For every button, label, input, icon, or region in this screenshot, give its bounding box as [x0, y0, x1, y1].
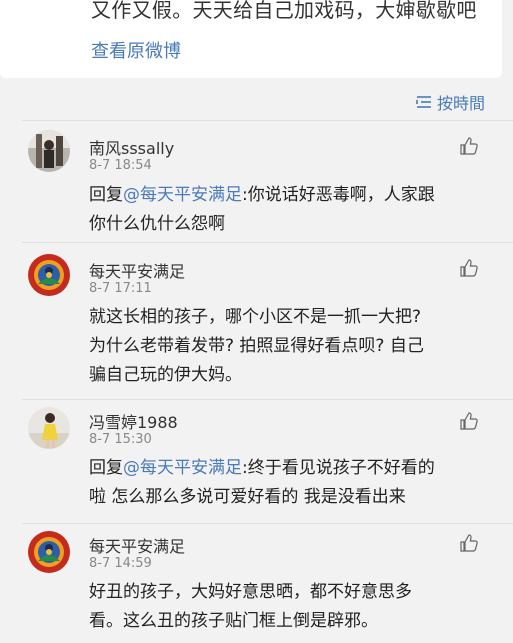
comment-item: 每天平安满足 8-7 17:11 就这长相的孩子，哪个小区不是一抓一大把? 为什…	[0, 242, 513, 399]
avatar[interactable]	[28, 130, 70, 172]
reply-prefix: 回复	[89, 185, 123, 205]
view-original-link[interactable]: 查看原微博	[91, 37, 181, 63]
avatar[interactable]	[28, 254, 70, 296]
thumbs-up-icon[interactable]	[459, 258, 479, 278]
divider	[22, 399, 513, 400]
thumbs-up-icon[interactable]	[459, 533, 479, 553]
comment-time: 8-7 18:54	[89, 158, 152, 173]
avatar[interactable]	[28, 407, 70, 449]
deity-avatar-icon	[28, 531, 70, 573]
comment-item: 冯雪婷1988 8-7 15:30 回复@每天平安满足:终于看见说孩子不好看的 …	[0, 399, 513, 523]
comment-text: :终于看见说孩子不好看的	[242, 458, 435, 478]
divider	[22, 242, 513, 243]
post-text: 又作又假。天天给自己加戏码，大婶歇歇吧	[91, 0, 477, 22]
mention-link[interactable]: @每天平安满足	[123, 458, 242, 478]
reply-prefix: 回复	[89, 458, 123, 478]
sort-label: 按時間	[436, 94, 485, 113]
photo-avatar-icon	[28, 130, 70, 172]
sort-list-icon	[416, 96, 431, 108]
mention-link[interactable]: @每天平安满足	[123, 185, 242, 205]
comment-time: 8-7 17:11	[89, 281, 152, 296]
divider	[22, 120, 513, 121]
comment-author[interactable]: 冯雪婷1988	[89, 409, 178, 433]
comment-text: 你什么仇什么怨啊	[89, 214, 225, 234]
comment-text: 为什么老带着发带? 拍照显得好看点呗? 自己	[89, 336, 424, 356]
sort-bar: 按時間	[0, 78, 513, 120]
comment-item: 每天平安满足 8-7 14:59 好丑的孩子，大妈好意思晒，都不好意思多 看。这…	[0, 523, 513, 643]
post-card: 又作又假。天天给自己加戏码，大婶歇歇吧 查看原微博	[0, 0, 502, 78]
avatar[interactable]	[28, 531, 70, 573]
comment-time: 8-7 15:30	[89, 432, 152, 447]
comment-author[interactable]: 每天平安满足	[89, 533, 185, 557]
thumbs-up-icon[interactable]	[459, 411, 479, 431]
comment-body: 好丑的孩子，大妈好意思晒，都不好意思多 看。这么丑的孩子贴门框上倒是辟邪。	[89, 578, 484, 636]
sort-by-time-button[interactable]: 按時間	[416, 90, 485, 114]
comment-body: 回复@每天平安满足:终于看见说孩子不好看的 啦 怎么那么多说可爱好看的 我是没看…	[89, 454, 484, 512]
comment-text: 就这长相的孩子，哪个小区不是一抓一大把?	[89, 307, 422, 327]
comment-text: :你说话好恶毒啊，人家跟	[242, 185, 435, 205]
divider	[22, 523, 513, 524]
girl-avatar-icon	[28, 407, 70, 449]
comment-body: 就这长相的孩子，哪个小区不是一抓一大把? 为什么老带着发带? 拍照显得好看点呗?…	[89, 303, 484, 390]
comment-time: 8-7 14:59	[89, 556, 152, 571]
comment-text: 看。这么丑的孩子贴门框上倒是辟邪。	[89, 611, 378, 631]
comment-text: 好丑的孩子，大妈好意思晒，都不好意思多	[89, 582, 412, 602]
deity-avatar-icon	[28, 254, 70, 296]
comment-item: 南风sssally 8-7 18:54 回复@每天平安满足:你说话好恶毒啊，人家…	[0, 120, 513, 242]
comment-author[interactable]: 南风sssally	[89, 135, 174, 159]
comment-text: 骗自己玩的伊大妈。	[89, 365, 242, 385]
comment-body: 回复@每天平安满足:你说话好恶毒啊，人家跟 你什么仇什么怨啊	[89, 181, 484, 239]
comment-author[interactable]: 每天平安满足	[89, 258, 185, 282]
comment-text: 啦 怎么那么多说可爱好看的 我是没看出来	[89, 487, 406, 507]
thumbs-up-icon[interactable]	[459, 136, 479, 156]
